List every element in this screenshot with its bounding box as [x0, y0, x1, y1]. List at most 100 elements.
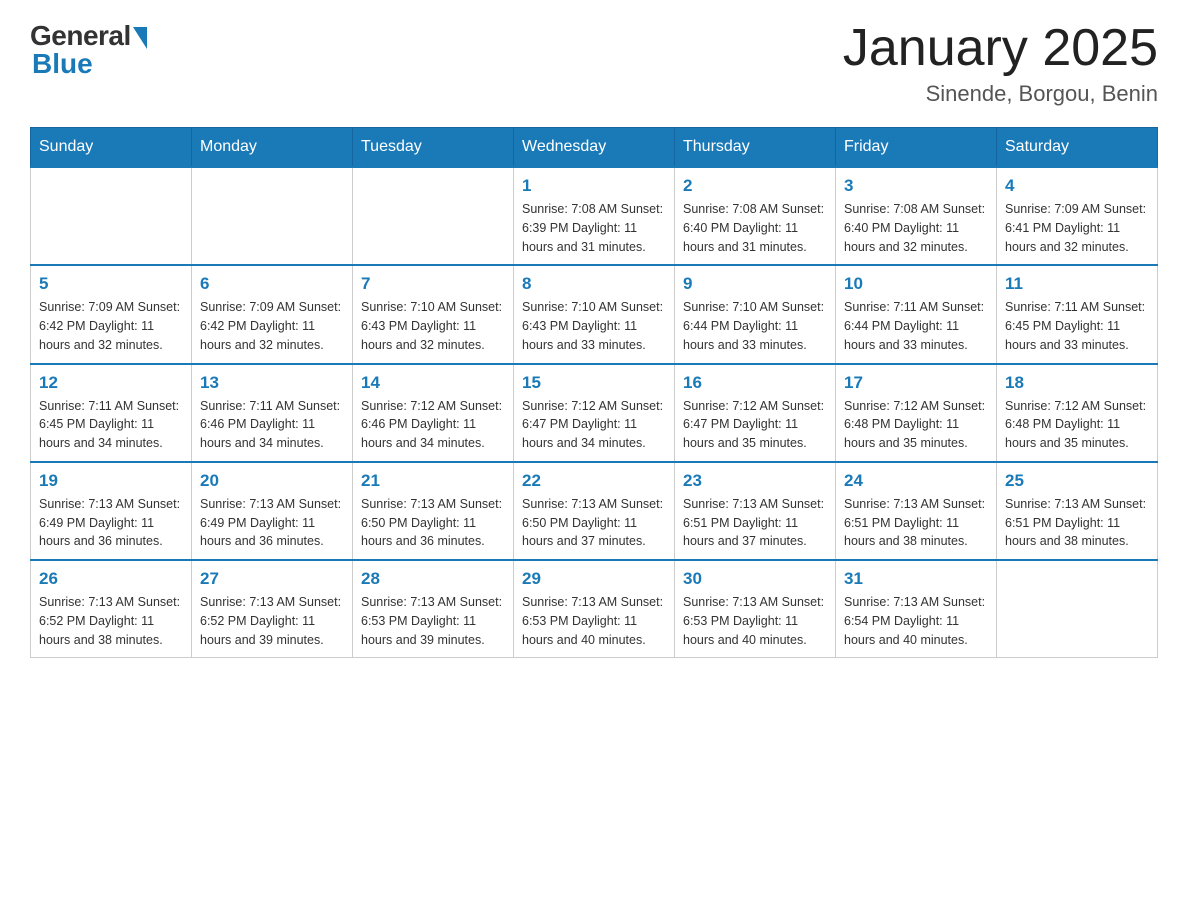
day-number: 20 — [200, 471, 344, 491]
day-number: 1 — [522, 176, 666, 196]
logo-arrow-icon — [133, 27, 147, 49]
month-title: January 2025 — [843, 20, 1158, 77]
day-number: 10 — [844, 274, 988, 294]
calendar-cell — [353, 167, 514, 265]
calendar-cell: 20Sunrise: 7:13 AM Sunset: 6:49 PM Dayli… — [192, 462, 353, 560]
day-info: Sunrise: 7:13 AM Sunset: 6:49 PM Dayligh… — [39, 495, 183, 551]
location-subtitle: Sinende, Borgou, Benin — [843, 81, 1158, 107]
calendar-cell: 14Sunrise: 7:12 AM Sunset: 6:46 PM Dayli… — [353, 364, 514, 462]
calendar-cell: 12 Sunrise: 7:11 AM Sunset: 6:45 PM Dayli… — [31, 364, 192, 462]
day-info: Sunrise: 7:09 AM Sunset: 6:42 PM Dayligh… — [39, 298, 183, 354]
day-info: Sunrise: 7:08 AM Sunset: 6:39 PM Dayligh… — [522, 200, 666, 256]
day-number: 23 — [683, 471, 827, 491]
day-number: 17 — [844, 373, 988, 393]
day-info: Sunrise: 7:13 AM Sunset: 6:52 PM Dayligh… — [39, 593, 183, 649]
calendar-cell: 23 Sunrise: 7:13 AM Sunset: 6:51 PM Dayli… — [675, 462, 836, 560]
day-number: 16 — [683, 373, 827, 393]
calendar-cell — [31, 167, 192, 265]
day-number: 18 — [1005, 373, 1149, 393]
day-number: 12 — [39, 373, 183, 393]
calendar-cell: 15 Sunrise: 7:12 AM Sunset: 6:47 PM Dayli… — [514, 364, 675, 462]
calendar-cell: 21Sunrise: 7:13 AM Sunset: 6:50 PM Dayli… — [353, 462, 514, 560]
day-info: Sunrise: 7:08 AM Sunset: 6:40 PM Dayligh… — [683, 200, 827, 256]
day-of-week-header: Sunday — [31, 128, 192, 168]
calendar-cell: 3 Sunrise: 7:08 AM Sunset: 6:40 PM Daylig… — [836, 167, 997, 265]
calendar-cell: 13 Sunrise: 7:11 AM Sunset: 6:46 PM Dayli… — [192, 364, 353, 462]
calendar-cell: 17 Sunrise: 7:12 AM Sunset: 6:48 PM Dayli… — [836, 364, 997, 462]
calendar-table: SundayMondayTuesdayWednesdayThursdayFrid… — [30, 127, 1158, 658]
title-section: January 2025 Sinende, Borgou, Benin — [843, 20, 1158, 107]
day-info: Sunrise: 7:13 AM Sunset: 6:50 PM Dayligh… — [361, 495, 505, 551]
calendar-cell: 18 Sunrise: 7:12 AM Sunset: 6:48 PM Dayli… — [997, 364, 1158, 462]
calendar-cell: 27 Sunrise: 7:13 AM Sunset: 6:52 PM Dayli… — [192, 560, 353, 658]
day-info: Sunrise: 7:11 AM Sunset: 6:44 PM Dayligh… — [844, 298, 988, 354]
day-info: Sunrise: 7:12 AM Sunset: 6:47 PM Dayligh… — [522, 397, 666, 453]
logo-blue-text: Blue — [32, 48, 93, 80]
calendar-week-row: 19 Sunrise: 7:13 AM Sunset: 6:49 PM Dayli… — [31, 462, 1158, 560]
calendar-week-row: 26 Sunrise: 7:13 AM Sunset: 6:52 PM Dayli… — [31, 560, 1158, 658]
day-number: 13 — [200, 373, 344, 393]
calendar-cell: 28 Sunrise: 7:13 AM Sunset: 6:53 PM Dayli… — [353, 560, 514, 658]
calendar-cell: 11 Sunrise: 7:11 AM Sunset: 6:45 PM Dayli… — [997, 265, 1158, 363]
calendar-cell: 29Sunrise: 7:13 AM Sunset: 6:53 PM Dayli… — [514, 560, 675, 658]
day-number: 3 — [844, 176, 988, 196]
day-info: Sunrise: 7:12 AM Sunset: 6:48 PM Dayligh… — [1005, 397, 1149, 453]
day-number: 15 — [522, 373, 666, 393]
calendar-cell: 8Sunrise: 7:10 AM Sunset: 6:43 PM Daylig… — [514, 265, 675, 363]
day-number: 19 — [39, 471, 183, 491]
calendar-week-row: 1 Sunrise: 7:08 AM Sunset: 6:39 PM Daylig… — [31, 167, 1158, 265]
page-header: General Blue January 2025 Sinende, Borgo… — [30, 20, 1158, 107]
calendar-cell: 2 Sunrise: 7:08 AM Sunset: 6:40 PM Daylig… — [675, 167, 836, 265]
day-number: 25 — [1005, 471, 1149, 491]
day-number: 26 — [39, 569, 183, 589]
calendar-cell: 31Sunrise: 7:13 AM Sunset: 6:54 PM Dayli… — [836, 560, 997, 658]
day-info: Sunrise: 7:13 AM Sunset: 6:53 PM Dayligh… — [522, 593, 666, 649]
day-info: Sunrise: 7:13 AM Sunset: 6:51 PM Dayligh… — [844, 495, 988, 551]
day-info: Sunrise: 7:11 AM Sunset: 6:45 PM Dayligh… — [39, 397, 183, 453]
calendar-cell: 26 Sunrise: 7:13 AM Sunset: 6:52 PM Dayli… — [31, 560, 192, 658]
calendar-cell: 22Sunrise: 7:13 AM Sunset: 6:50 PM Dayli… — [514, 462, 675, 560]
day-number: 24 — [844, 471, 988, 491]
day-info: Sunrise: 7:12 AM Sunset: 6:46 PM Dayligh… — [361, 397, 505, 453]
calendar-cell — [997, 560, 1158, 658]
day-info: Sunrise: 7:13 AM Sunset: 6:51 PM Dayligh… — [683, 495, 827, 551]
calendar-cell: 30Sunrise: 7:13 AM Sunset: 6:53 PM Dayli… — [675, 560, 836, 658]
day-info: Sunrise: 7:10 AM Sunset: 6:43 PM Dayligh… — [522, 298, 666, 354]
day-number: 28 — [361, 569, 505, 589]
logo: General Blue — [30, 20, 147, 80]
day-number: 7 — [361, 274, 505, 294]
calendar-week-row: 5Sunrise: 7:09 AM Sunset: 6:42 PM Daylig… — [31, 265, 1158, 363]
calendar-cell: 25Sunrise: 7:13 AM Sunset: 6:51 PM Dayli… — [997, 462, 1158, 560]
day-info: Sunrise: 7:10 AM Sunset: 6:44 PM Dayligh… — [683, 298, 827, 354]
calendar-week-row: 12 Sunrise: 7:11 AM Sunset: 6:45 PM Dayli… — [31, 364, 1158, 462]
calendar-cell: 5Sunrise: 7:09 AM Sunset: 6:42 PM Daylig… — [31, 265, 192, 363]
day-number: 27 — [200, 569, 344, 589]
calendar-cell — [192, 167, 353, 265]
calendar-cell: 4 Sunrise: 7:09 AM Sunset: 6:41 PM Daylig… — [997, 167, 1158, 265]
calendar-cell: 1 Sunrise: 7:08 AM Sunset: 6:39 PM Daylig… — [514, 167, 675, 265]
day-number: 4 — [1005, 176, 1149, 196]
day-number: 11 — [1005, 274, 1149, 294]
day-info: Sunrise: 7:12 AM Sunset: 6:48 PM Dayligh… — [844, 397, 988, 453]
day-info: Sunrise: 7:09 AM Sunset: 6:42 PM Dayligh… — [200, 298, 344, 354]
day-of-week-header: Thursday — [675, 128, 836, 168]
calendar-cell: 19 Sunrise: 7:13 AM Sunset: 6:49 PM Dayli… — [31, 462, 192, 560]
day-info: Sunrise: 7:08 AM Sunset: 6:40 PM Dayligh… — [844, 200, 988, 256]
day-of-week-header: Wednesday — [514, 128, 675, 168]
calendar-cell: 16 Sunrise: 7:12 AM Sunset: 6:47 PM Dayli… — [675, 364, 836, 462]
day-number: 2 — [683, 176, 827, 196]
day-info: Sunrise: 7:11 AM Sunset: 6:45 PM Dayligh… — [1005, 298, 1149, 354]
day-info: Sunrise: 7:13 AM Sunset: 6:54 PM Dayligh… — [844, 593, 988, 649]
day-info: Sunrise: 7:13 AM Sunset: 6:52 PM Dayligh… — [200, 593, 344, 649]
day-info: Sunrise: 7:12 AM Sunset: 6:47 PM Dayligh… — [683, 397, 827, 453]
day-of-week-header: Monday — [192, 128, 353, 168]
day-info: Sunrise: 7:13 AM Sunset: 6:53 PM Dayligh… — [361, 593, 505, 649]
day-number: 6 — [200, 274, 344, 294]
day-info: Sunrise: 7:09 AM Sunset: 6:41 PM Dayligh… — [1005, 200, 1149, 256]
day-info: Sunrise: 7:10 AM Sunset: 6:43 PM Dayligh… — [361, 298, 505, 354]
calendar-cell: 6 Sunrise: 7:09 AM Sunset: 6:42 PM Daylig… — [192, 265, 353, 363]
day-info: Sunrise: 7:13 AM Sunset: 6:53 PM Dayligh… — [683, 593, 827, 649]
calendar-cell: 24 Sunrise: 7:13 AM Sunset: 6:51 PM Dayli… — [836, 462, 997, 560]
day-info: Sunrise: 7:11 AM Sunset: 6:46 PM Dayligh… — [200, 397, 344, 453]
day-of-week-header: Tuesday — [353, 128, 514, 168]
